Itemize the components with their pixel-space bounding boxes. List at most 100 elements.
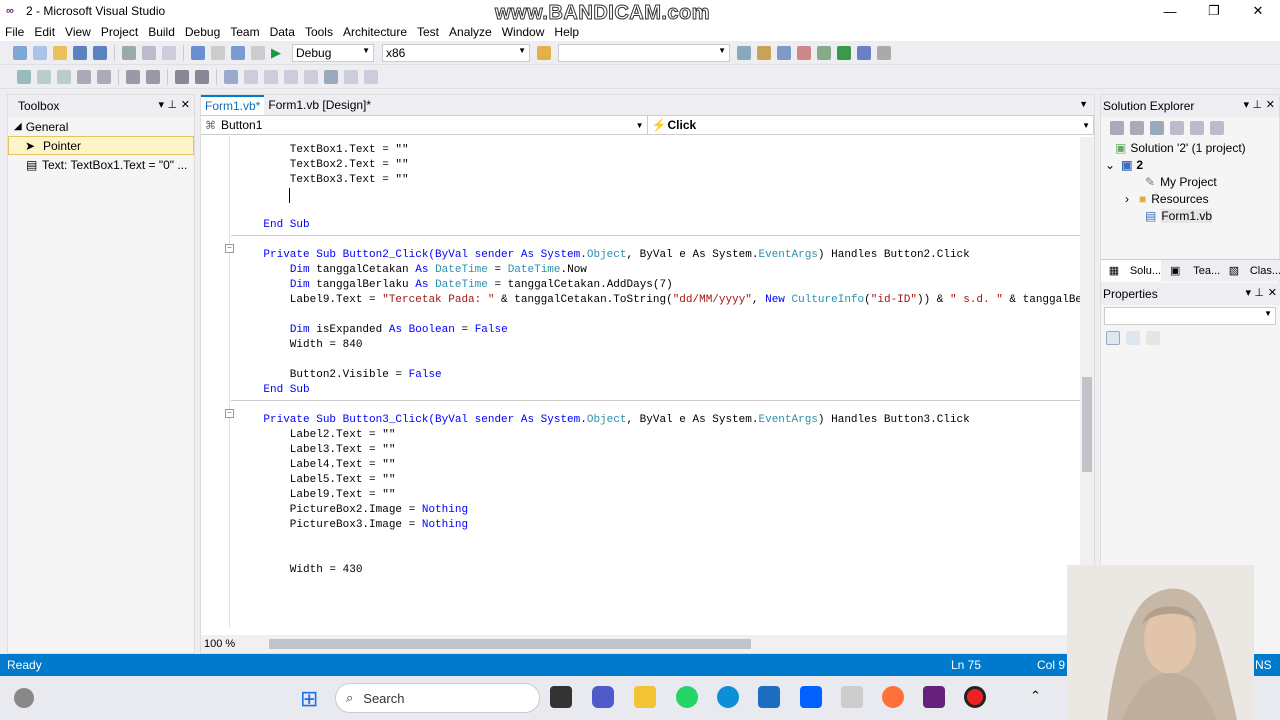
dropdown-icon[interactable]: ▾ (1243, 98, 1249, 111)
paste-icon[interactable] (162, 45, 176, 60)
property-pages-icon[interactable] (1146, 331, 1160, 345)
menu-file[interactable]: File (0, 25, 29, 39)
tree-item-my-project[interactable]: ✎ My Project (1101, 173, 1279, 190)
menu-build[interactable]: Build (143, 25, 180, 39)
cut-icon[interactable] (122, 45, 136, 60)
show-all-files-icon[interactable] (1130, 121, 1144, 135)
start-page-icon[interactable] (837, 45, 851, 60)
close-icon[interactable]: ✕ (181, 98, 190, 111)
start-debugging-icon[interactable]: ▶ (271, 45, 285, 60)
menu-view[interactable]: View (60, 25, 96, 39)
properties-window-icon[interactable] (757, 45, 771, 60)
previous-bookmark-icon[interactable] (244, 69, 258, 84)
zoom-level[interactable]: 100 % (201, 638, 256, 650)
align-centers-icon[interactable] (57, 69, 71, 84)
bookmark-window-icon[interactable] (344, 69, 358, 84)
close-icon[interactable]: ✕ (1268, 286, 1277, 299)
add-item-icon[interactable] (33, 45, 47, 60)
vertical-scrollbar[interactable] (1080, 137, 1094, 627)
categorized-icon[interactable] (1106, 331, 1120, 345)
taskbar-search[interactable]: ⌕ Search (335, 683, 540, 713)
solution-configuration-dropdown[interactable]: Debug ▼ (292, 43, 374, 62)
menu-analyze[interactable]: Analyze (444, 25, 497, 39)
undo-icon[interactable] (191, 45, 205, 60)
minimize-button[interactable]: — (1148, 0, 1192, 22)
toolbox-item-pointer[interactable]: ➤ Pointer (8, 136, 194, 155)
view-designer-icon[interactable] (1190, 121, 1204, 135)
menu-project[interactable]: Project (96, 25, 143, 39)
tree-item-resources[interactable]: › ■ Resources (1101, 190, 1279, 207)
dropdown-icon[interactable]: ▾ (158, 98, 164, 111)
bandicam-icon[interactable] (964, 686, 986, 708)
class-diagram-icon[interactable] (1210, 121, 1224, 135)
navigate-forward-icon[interactable] (251, 45, 265, 60)
save-icon[interactable] (73, 45, 87, 60)
next-bookmark-in-folder-icon[interactable] (304, 69, 318, 84)
close-icon[interactable]: ✕ (1266, 98, 1275, 111)
amazon-icon[interactable] (841, 686, 863, 708)
menu-data[interactable]: Data (265, 25, 300, 39)
find-dropdown[interactable]: ▼ (558, 43, 730, 62)
open-file-icon[interactable] (53, 45, 67, 60)
pin-icon[interactable]: ⊥ (167, 98, 177, 111)
menu-window[interactable]: Window (497, 25, 550, 39)
menu-team[interactable]: Team (225, 25, 264, 39)
tab-form1-vb[interactable]: Form1.vb* (201, 95, 265, 115)
windows-start-icon[interactable]: ⊞ (300, 686, 318, 712)
store-icon[interactable] (758, 686, 780, 708)
align-lefts-icon[interactable] (37, 69, 51, 84)
comment-lines-icon[interactable] (175, 69, 189, 84)
uncomment-lines-icon[interactable] (195, 69, 209, 84)
whatsapp-icon[interactable] (676, 686, 698, 708)
taskbar-app-icon[interactable] (14, 688, 34, 708)
menu-tools[interactable]: Tools (300, 25, 338, 39)
view-code-icon[interactable] (1170, 121, 1184, 135)
tree-solution[interactable]: ▣ Solution '2' (1 project) (1101, 139, 1279, 156)
pin-icon[interactable]: ⊥ (1254, 286, 1264, 299)
redo-icon[interactable] (211, 45, 225, 60)
object-dropdown[interactable]: ⌘ Button1 ▼ (201, 116, 648, 134)
data-sources-icon[interactable] (817, 45, 831, 60)
increase-indent-icon[interactable] (146, 69, 160, 84)
copy-icon[interactable] (142, 45, 156, 60)
properties-icon[interactable] (1110, 121, 1124, 135)
maximize-button[interactable]: ❐ (1192, 0, 1236, 22)
make-same-width-icon[interactable] (77, 69, 91, 84)
scroll-thumb[interactable] (1082, 377, 1092, 472)
tree-item-form1[interactable]: ▤ Form1.vb (1101, 207, 1279, 224)
horizontal-scroll-thumb[interactable] (269, 639, 751, 649)
properties-object-dropdown[interactable]: ▼ (1104, 307, 1276, 325)
extension-manager-icon[interactable] (857, 45, 871, 60)
toolbox-item-text-snippet[interactable]: ▤ Text: TextBox1.Text = "0" ... (8, 155, 194, 174)
menu-debug[interactable]: Debug (180, 25, 225, 39)
tab-list-dropdown-icon[interactable]: ▼ (1079, 99, 1088, 109)
next-bookmark-icon[interactable] (264, 69, 278, 84)
align-to-grid-icon[interactable] (17, 69, 31, 84)
solution-platform-dropdown[interactable]: x86 ▼ (382, 43, 530, 62)
edge-icon[interactable] (717, 686, 739, 708)
toolbox-group-general[interactable]: ◢ General (8, 117, 194, 136)
overflow-icon[interactable] (364, 69, 378, 84)
make-same-height-icon[interactable] (97, 69, 111, 84)
visual-studio-taskbar-icon[interactable] (923, 686, 945, 708)
tab-team-explorer[interactable]: ▣ Tea... (1161, 260, 1221, 281)
event-dropdown[interactable]: ⚡ Click ▼ (648, 116, 1094, 134)
menu-help[interactable]: Help (549, 25, 584, 39)
dropdown-icon[interactable]: ▾ (1245, 286, 1251, 299)
decrease-indent-icon[interactable] (126, 69, 140, 84)
file-explorer-icon[interactable] (634, 686, 656, 708)
overflow-icon[interactable] (877, 45, 891, 60)
new-project-icon[interactable] (13, 45, 27, 60)
object-browser-icon[interactable] (777, 45, 791, 60)
task-view-icon[interactable] (550, 686, 572, 708)
menu-test[interactable]: Test (412, 25, 444, 39)
solution-explorer-icon[interactable] (737, 45, 751, 60)
menu-architecture[interactable]: Architecture (338, 25, 412, 39)
tab-solution-explorer[interactable]: ▦ Solu... (1101, 260, 1161, 281)
find-in-files-icon[interactable] (537, 45, 551, 60)
tab-class-view[interactable]: ▧ Clas... (1221, 260, 1280, 281)
navigate-backward-icon[interactable] (231, 45, 245, 60)
collapse-icon[interactable]: − (225, 409, 234, 418)
pin-icon[interactable]: ⊥ (1252, 98, 1262, 111)
chevron-up-icon[interactable]: ⌃ (1030, 688, 1041, 704)
